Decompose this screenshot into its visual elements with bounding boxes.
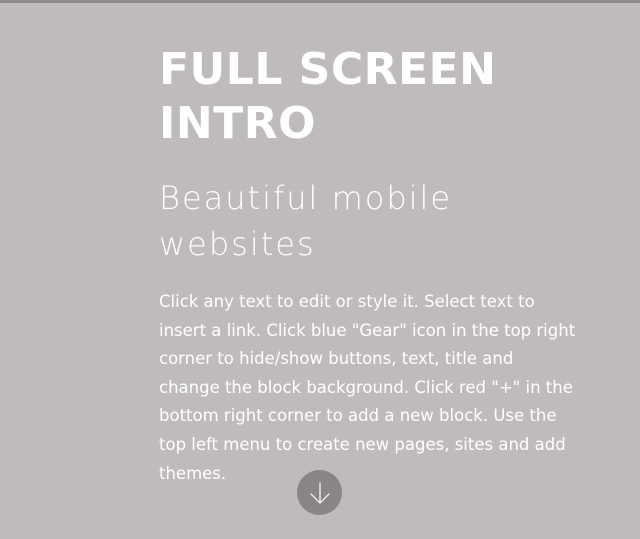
scroll-down-button[interactable] — [297, 470, 342, 515]
hero-description[interactable]: Click any text to edit or style it. Sele… — [159, 288, 579, 488]
hero-title[interactable]: FULL SCREEN INTRO — [159, 43, 579, 151]
hero-section: FULL SCREEN INTRO Beautiful mobile websi… — [0, 0, 640, 539]
arrow-down-icon — [308, 481, 332, 505]
hero-content: FULL SCREEN INTRO Beautiful mobile websi… — [159, 43, 579, 488]
hero-subtitle[interactable]: Beautiful mobile websites — [159, 175, 579, 267]
